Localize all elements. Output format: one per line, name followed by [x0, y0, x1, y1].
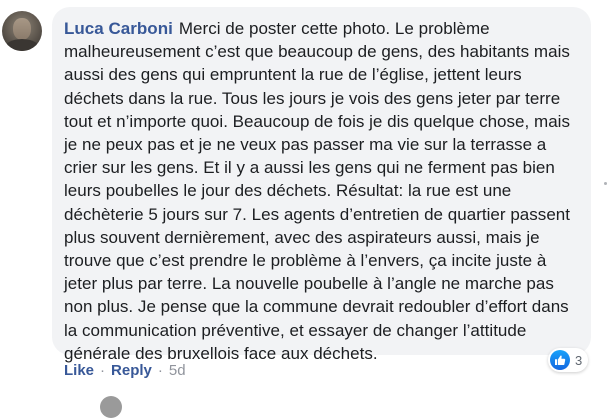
separator-dot: ·: [100, 362, 106, 379]
comment-actions: Like · Reply · 5d: [64, 362, 186, 379]
like-reaction-icon: [550, 350, 570, 370]
comment-timestamp[interactable]: 5d: [169, 362, 186, 379]
avatar[interactable]: [2, 11, 42, 51]
author-name-link[interactable]: Luca Carboni: [64, 19, 173, 38]
comment-text-block: Luca Carboni Merci de poster cette photo.…: [64, 17, 579, 365]
avatar-shoulders: [4, 39, 40, 51]
thumbs-up-icon: [555, 355, 566, 365]
reaction-count: 3: [575, 352, 583, 368]
more-options-icon[interactable]: [604, 182, 607, 185]
reply-button[interactable]: Reply: [111, 362, 152, 379]
separator-dot: ·: [157, 362, 163, 379]
avatar-face: [13, 18, 31, 40]
reaction-summary[interactable]: 3: [548, 348, 589, 372]
comment-bubble: Luca Carboni Merci de poster cette photo.…: [52, 7, 591, 363]
comment-body: Merci de poster cette photo. Le problème…: [64, 19, 571, 363]
like-button[interactable]: Like: [64, 362, 94, 379]
next-comment-avatar: [100, 396, 122, 418]
